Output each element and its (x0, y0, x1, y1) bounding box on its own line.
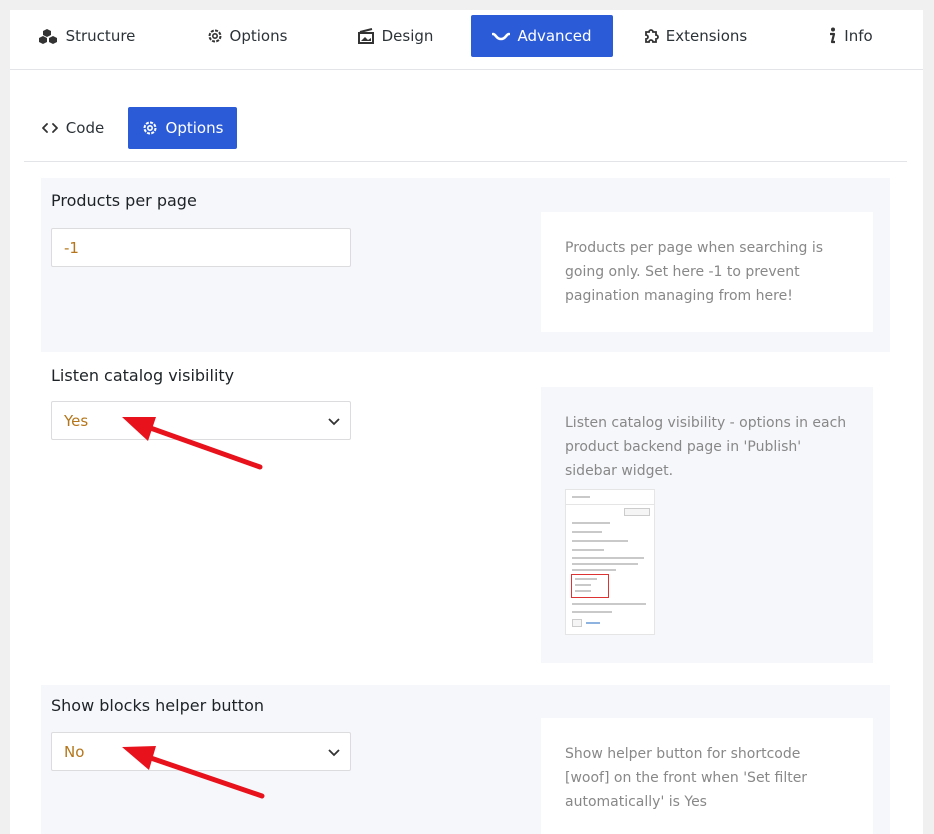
listen-catalog-visibility-select[interactable]: Yes (51, 401, 351, 440)
subtab-options[interactable]: Options (128, 107, 237, 149)
settings-panel: Structure Options Design Advanced Extens… (10, 10, 923, 834)
subtab-label: Code (65, 119, 105, 137)
publish-widget-screenshot (565, 489, 655, 635)
products-per-page-label: Products per page (51, 191, 197, 210)
select-value: No (64, 742, 85, 761)
tab-structure[interactable]: Structure (32, 15, 142, 57)
show-blocks-helper-button-help: Show helper button for shortcode [woof] … (541, 718, 873, 834)
design-icon (357, 28, 374, 44)
tab-label: Options (229, 27, 288, 45)
section-products-per-page: Products per page -1 Products per page w… (41, 178, 890, 352)
section-listen-catalog-visibility: Listen catalog visibility Yes Listen cat… (41, 352, 890, 685)
select-value: Yes (64, 411, 89, 430)
cubes-icon (38, 29, 57, 44)
gear-icon (208, 29, 222, 43)
tab-label: Extensions (665, 27, 748, 45)
tab-label: Advanced (517, 27, 592, 45)
listen-catalog-visibility-label: Listen catalog visibility (51, 366, 235, 385)
products-per-page-input[interactable]: -1 (51, 228, 351, 267)
advanced-icon (492, 32, 511, 41)
listen-catalog-visibility-help: Listen catalog visibility - options in e… (541, 387, 873, 663)
tab-label: Structure (65, 27, 136, 45)
top-tab-bar: Structure Options Design Advanced Extens… (10, 10, 923, 70)
subtab-code[interactable]: Code (32, 107, 114, 149)
code-icon (41, 123, 58, 133)
tab-advanced[interactable]: Advanced (471, 15, 613, 57)
sub-tab-bar: Code Options (24, 107, 907, 162)
help-text: Listen catalog visibility - options in e… (565, 415, 847, 479)
show-blocks-helper-button-select[interactable]: No (51, 732, 351, 771)
tab-design[interactable]: Design (345, 15, 445, 57)
chevron-down-icon (328, 418, 340, 426)
section-show-blocks-helper-button: Show blocks helper button No Show helper… (41, 685, 890, 834)
puzzle-icon (644, 29, 659, 43)
tab-label: Design (381, 27, 434, 45)
products-per-page-help: Products per page when searching is goin… (541, 212, 873, 332)
tab-label: Info (844, 27, 873, 45)
gear-icon (143, 121, 157, 135)
tab-options[interactable]: Options (192, 15, 302, 57)
info-icon (830, 27, 836, 44)
tab-info[interactable]: Info (815, 15, 885, 57)
show-blocks-helper-button-label: Show blocks helper button (51, 696, 264, 715)
subtab-label: Options (165, 119, 224, 137)
chevron-down-icon (328, 749, 340, 757)
tab-extensions[interactable]: Extensions (640, 15, 750, 57)
